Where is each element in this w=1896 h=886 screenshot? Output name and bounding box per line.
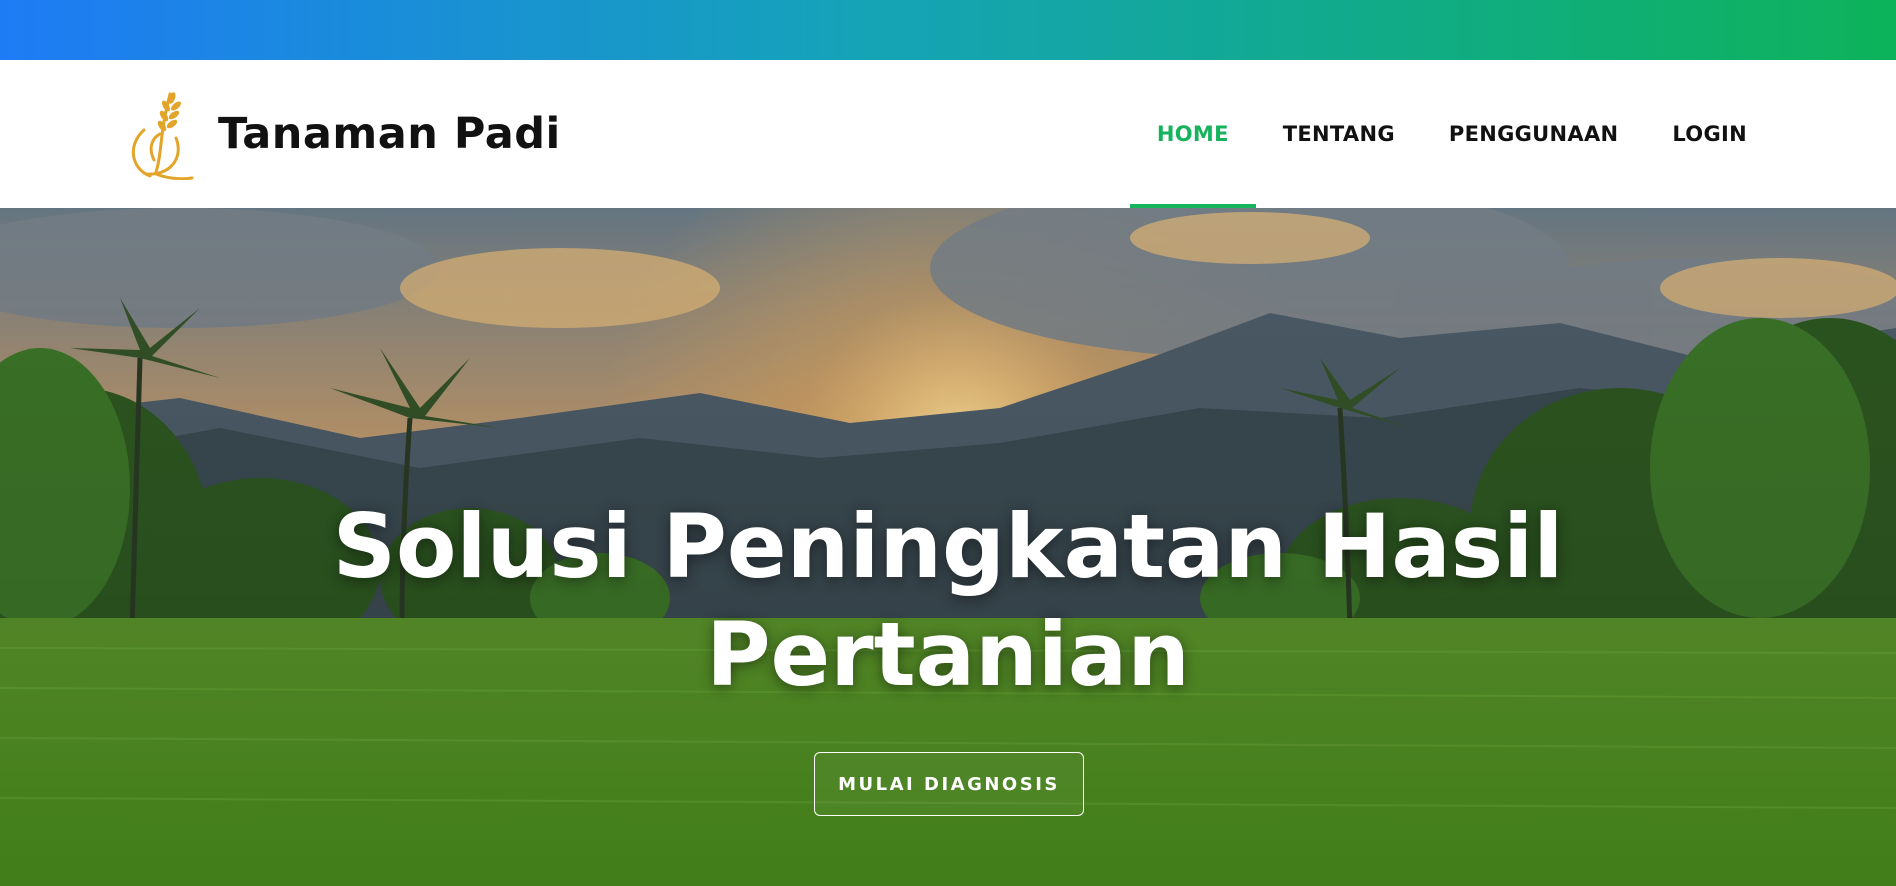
nav-item-label: LOGIN [1672, 122, 1747, 146]
brand-name: Tanaman Padi [218, 109, 561, 159]
hero-title: Solusi Peningkatan Hasil Pertanian [0, 493, 1896, 709]
navbar: Tanaman Padi HOME TENTANG PENGGUNAAN LOG… [0, 60, 1896, 208]
nav-item-penggunaan[interactable]: PENGGUNAAN [1422, 60, 1646, 208]
top-gradient-bar [0, 0, 1896, 60]
nav-item-label: PENGGUNAAN [1448, 122, 1619, 146]
nav-item-login[interactable]: LOGIN [1645, 60, 1774, 208]
nav-item-label: TENTANG [1282, 122, 1395, 146]
nav-item-label: HOME [1156, 122, 1229, 146]
brand[interactable]: Tanaman Padi [126, 86, 561, 182]
hero-section: Solusi Peningkatan Hasil Pertanian MULAI… [0, 208, 1896, 886]
nav-item-tentang[interactable]: TENTANG [1256, 60, 1422, 208]
main-nav: HOME TENTANG PENGGUNAAN LOGIN [1129, 60, 1774, 208]
rice-plant-icon [131, 92, 194, 180]
hero-title-line-2: Pertanian [706, 603, 1190, 706]
hero-title-line-1: Solusi Peningkatan Hasil [332, 495, 1564, 598]
nav-item-home[interactable]: HOME [1129, 60, 1256, 208]
start-diagnosis-button[interactable]: MULAI DIAGNOSIS [814, 752, 1084, 816]
